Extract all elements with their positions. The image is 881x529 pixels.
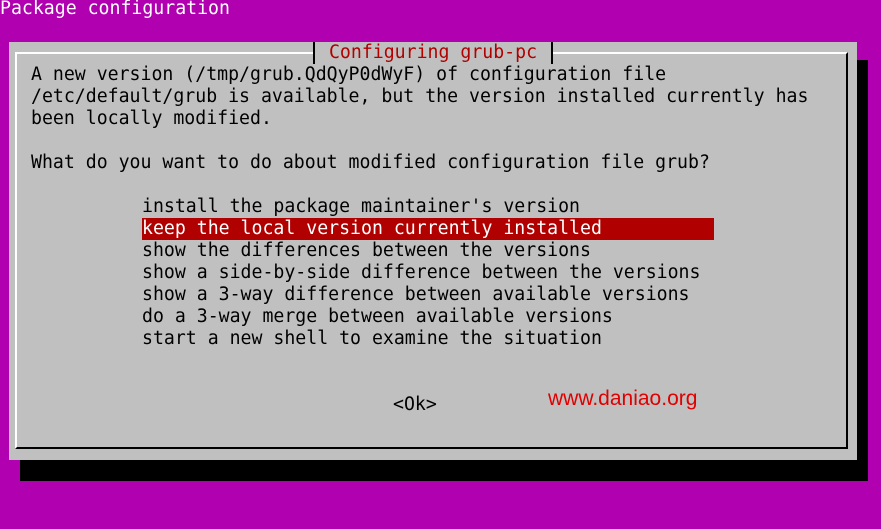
- choice-install-maintainer-version[interactable]: install the package maintainer's version: [142, 196, 714, 218]
- description-line-2: /etc/default/grub is available, but the …: [31, 86, 809, 107]
- choice-start-shell[interactable]: start a new shell to examine the situati…: [142, 328, 714, 350]
- watermark-text: www.daniao.org: [548, 387, 698, 410]
- description-line-3: been locally modified.: [31, 108, 272, 129]
- question-text: What do you want to do about modified co…: [31, 152, 710, 173]
- dialog-box: Configuring grub-pc A new version (/tmp/…: [9, 42, 857, 460]
- choice-show-differences[interactable]: show the differences between the version…: [142, 240, 714, 262]
- choice-list: install the package maintainer's version…: [142, 196, 714, 350]
- choice-keep-local-version[interactable]: keep the local version currently install…: [142, 218, 714, 240]
- terminal-title: Package configuration: [0, 0, 230, 19]
- choice-3-way-difference[interactable]: show a 3-way difference between availabl…: [142, 284, 714, 306]
- choice-3-way-merge[interactable]: do a 3-way merge between available versi…: [142, 306, 714, 328]
- description-line-1: A new version (/tmp/grub.QdQyP0dWyF) of …: [31, 64, 667, 85]
- dialog-title: Configuring grub-pc: [313, 42, 553, 64]
- choice-side-by-side-difference[interactable]: show a side-by-side difference between t…: [142, 262, 714, 284]
- ok-button[interactable]: <Ok>: [393, 394, 437, 416]
